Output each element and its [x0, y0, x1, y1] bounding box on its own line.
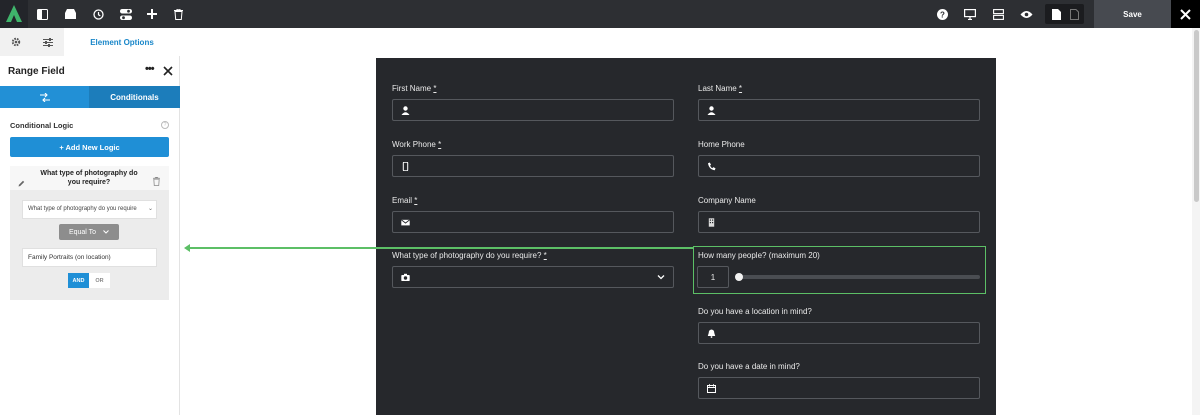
top-toolbar: ? Save: [0, 0, 1200, 28]
logic-value-input[interactable]: Family Portraits (on location): [22, 248, 157, 267]
chevron-down-icon: ⌄: [147, 206, 153, 212]
bell-icon: [707, 329, 716, 338]
company-name-field[interactable]: [698, 211, 980, 233]
email-label: Email *: [392, 196, 418, 205]
operator-label: Equal To: [68, 228, 97, 236]
logic-rule: What type of photography do you require?…: [10, 166, 169, 300]
home-phone-field[interactable]: [698, 155, 980, 177]
company-name-label: Company Name: [698, 196, 756, 205]
close-icon[interactable]: [1171, 0, 1200, 28]
add-new-logic-button[interactable]: + Add New Logic: [10, 137, 169, 157]
photography-type-label: What type of photography do you require?…: [392, 251, 547, 260]
sidebar-toggle-icon[interactable]: [34, 0, 50, 28]
svg-text:?: ?: [940, 10, 945, 19]
user-icon: [707, 106, 716, 115]
history-icon[interactable]: [90, 0, 106, 28]
photography-type-select[interactable]: [392, 266, 674, 288]
pencil-icon[interactable]: [18, 174, 25, 192]
close-panel-icon[interactable]: [162, 64, 174, 76]
location-field[interactable]: [698, 322, 980, 344]
and-button[interactable]: AND: [68, 273, 89, 288]
sidebar-tabs: Element Options: [0, 28, 180, 56]
home-phone-label: Home Phone: [698, 140, 745, 149]
email-field[interactable]: [392, 211, 674, 233]
conditional-logic-label: Conditional Logic: [10, 121, 74, 130]
envelope-icon: [401, 219, 410, 226]
sliders-icon[interactable]: [32, 28, 64, 56]
selected-element-highlight: [693, 246, 986, 294]
delete-logic-icon[interactable]: [153, 173, 160, 191]
templates-icon[interactable]: [62, 0, 78, 28]
first-name-field[interactable]: [392, 99, 674, 121]
operator-dropdown[interactable]: Equal To: [59, 224, 119, 240]
chevron-down-icon: [103, 230, 109, 234]
date-label: Do you have a date in mind?: [698, 362, 800, 371]
tab-conditionals[interactable]: Conditionals: [89, 86, 180, 108]
more-options-icon[interactable]: •••: [145, 63, 155, 75]
camera-icon: [401, 273, 410, 281]
save-button[interactable]: Save: [1094, 0, 1171, 28]
user-icon: [401, 106, 410, 115]
trash-icon[interactable]: [171, 0, 185, 28]
logic-question: What type of photography do you require?: [40, 170, 138, 186]
condition-connector-line: [186, 247, 693, 249]
desktop-icon[interactable]: [962, 0, 978, 28]
preview-icon[interactable]: [1018, 0, 1034, 28]
scrollbar-thumb[interactable]: [1194, 30, 1199, 202]
building-icon: [708, 218, 715, 227]
mobile-phone-icon: [402, 162, 409, 171]
toggles-icon[interactable]: [118, 0, 134, 28]
blank-page-icon[interactable]: [1067, 0, 1081, 28]
logic-field-select[interactable]: What type of photography do you require …: [22, 200, 157, 219]
logo-icon[interactable]: [0, 0, 28, 28]
layers-icon[interactable]: [990, 0, 1006, 28]
add-icon[interactable]: [145, 0, 159, 28]
date-field[interactable]: [698, 377, 980, 399]
first-name-label: First Name *: [392, 84, 437, 93]
logic-rule-header: What type of photography do you require?: [10, 166, 169, 190]
phone-icon: [708, 162, 716, 171]
help-icon[interactable]: ?: [161, 121, 169, 129]
gear-icon[interactable]: [0, 28, 32, 56]
chevron-down-icon: [657, 275, 665, 280]
logic-field-value: What type of photography do you require: [28, 206, 137, 212]
work-phone-field[interactable]: [392, 155, 674, 177]
location-label: Do you have a location in mind?: [698, 307, 812, 316]
help-icon[interactable]: ?: [934, 0, 950, 28]
page-icon[interactable]: [1049, 0, 1063, 28]
arrow-left-icon: [184, 244, 190, 252]
or-button[interactable]: OR: [89, 273, 110, 288]
tab-element-options[interactable]: Element Options: [64, 28, 180, 56]
panel-title: Range Field: [8, 66, 65, 77]
sidebar-panel: Element Options Range Field ••• Conditio…: [0, 28, 180, 415]
calendar-icon: [707, 384, 716, 393]
sub-tabs: Conditionals: [0, 86, 180, 108]
work-phone-label: Work Phone *: [392, 140, 442, 149]
last-name-label: Last Name *: [698, 84, 743, 93]
tab-settings[interactable]: [0, 86, 89, 108]
last-name-field[interactable]: [698, 99, 980, 121]
